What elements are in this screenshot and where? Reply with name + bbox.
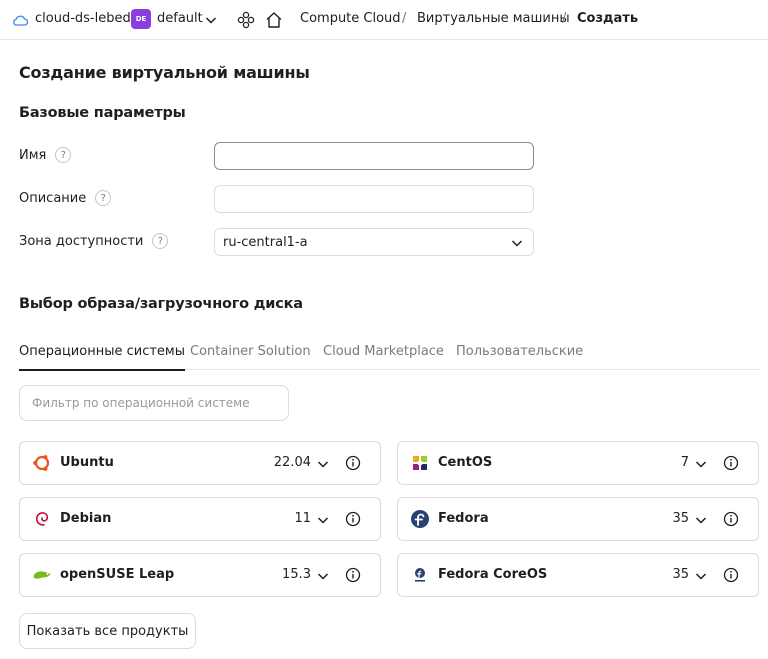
chevron-down-icon[interactable] [316, 457, 330, 471]
zone-select-value: ru-central1-a [223, 234, 308, 250]
info-icon[interactable] [345, 455, 361, 471]
chevron-down-icon[interactable] [204, 13, 218, 27]
os-name: Fedora CoreOS [438, 567, 548, 582]
os-name: Fedora [438, 511, 489, 526]
zone-select[interactable]: ru-central1-a [214, 228, 534, 256]
os-card-ubuntu[interactable]: Ubuntu 22.04 [19, 441, 381, 485]
chevron-down-icon[interactable] [316, 569, 330, 583]
centos-logo-icon [413, 456, 427, 470]
os-name: CentOS [438, 455, 493, 470]
help-icon[interactable]: ? [55, 147, 72, 163]
tab-cloud-marketplace[interactable]: Cloud Marketplace [323, 344, 444, 369]
help-icon[interactable]: ? [152, 233, 169, 249]
os-version[interactable]: 35 [672, 567, 689, 582]
tab-container-solution[interactable]: Container Solution [190, 344, 311, 369]
section-title-basic: Базовые параметры [19, 105, 186, 121]
show-all-products-button[interactable]: Показать все продукты [19, 613, 196, 649]
chevron-down-icon [511, 240, 523, 247]
description-label-text: Описание [19, 190, 87, 206]
chevron-down-icon[interactable] [694, 513, 708, 527]
os-version[interactable]: 22.04 [274, 455, 311, 470]
breadcrumb-separator: / [402, 11, 407, 26]
page-title: Создание виртуальной машины [19, 63, 310, 82]
chevron-down-icon[interactable] [694, 457, 708, 471]
os-version[interactable]: 35 [672, 511, 689, 526]
cloud-icon [13, 15, 29, 26]
breadcrumb-separator: / [562, 11, 567, 26]
breadcrumb-virtual-machines[interactable]: Виртуальные машины [417, 11, 570, 26]
name-label-text: Имя [19, 147, 47, 163]
chevron-down-icon[interactable] [694, 569, 708, 583]
os-name: Debian [60, 511, 112, 526]
ubuntu-logo-icon [33, 455, 50, 471]
os-version[interactable]: 15.3 [282, 567, 311, 582]
os-version[interactable]: 11 [294, 511, 311, 526]
info-icon[interactable] [723, 455, 739, 471]
tab-operating-systems[interactable]: Операционные системы [19, 344, 185, 371]
info-icon[interactable] [723, 567, 739, 583]
section-title-image: Выбор образа/загрузочного диска [19, 296, 303, 312]
os-card-centos[interactable]: CentOS 7 [397, 441, 759, 485]
os-card-debian[interactable]: Debian 11 [19, 497, 381, 541]
os-card-fedora[interactable]: Fedora 35 [397, 497, 759, 541]
tab-custom[interactable]: Пользовательские [456, 344, 583, 369]
help-icon[interactable]: ? [95, 190, 112, 206]
description-label: Описание ? [19, 190, 112, 206]
folder-selector[interactable]: default [157, 11, 203, 26]
os-card-opensuse[interactable]: openSUSE Leap 15.3 [19, 553, 381, 597]
fedora-coreos-logo-icon [415, 568, 425, 582]
os-card-fedora-coreos[interactable]: Fedora CoreOS 35 [397, 553, 759, 597]
chevron-down-icon[interactable] [316, 513, 330, 527]
cloud-selector[interactable]: cloud-ds-lebed [35, 11, 131, 26]
zone-label-text: Зона доступности [19, 233, 144, 249]
breadcrumb-compute-cloud[interactable]: Compute Cloud [300, 11, 401, 26]
os-filter-input[interactable] [19, 385, 289, 421]
info-icon[interactable] [345, 567, 361, 583]
info-icon[interactable] [345, 511, 361, 527]
breadcrumb-create: Создать [577, 11, 639, 26]
image-tabs: Операционные системы Container Solution … [19, 337, 759, 371]
zone-label: Зона доступности ? [19, 233, 169, 249]
os-name: Ubuntu [60, 455, 114, 470]
opensuse-logo-icon [33, 571, 51, 579]
debian-logo-icon [36, 512, 49, 526]
services-icon[interactable] [236, 10, 256, 30]
description-input[interactable] [214, 185, 534, 213]
os-version[interactable]: 7 [681, 455, 689, 470]
folder-avatar: DE [131, 9, 151, 29]
name-label: Имя ? [19, 147, 72, 163]
info-icon[interactable] [723, 511, 739, 527]
fedora-logo-icon [411, 510, 429, 528]
home-icon[interactable] [264, 10, 284, 30]
name-input[interactable] [214, 142, 534, 170]
top-bar: cloud-ds-lebed DE default Compute Cloud … [0, 0, 768, 40]
os-name: openSUSE Leap [60, 567, 175, 582]
